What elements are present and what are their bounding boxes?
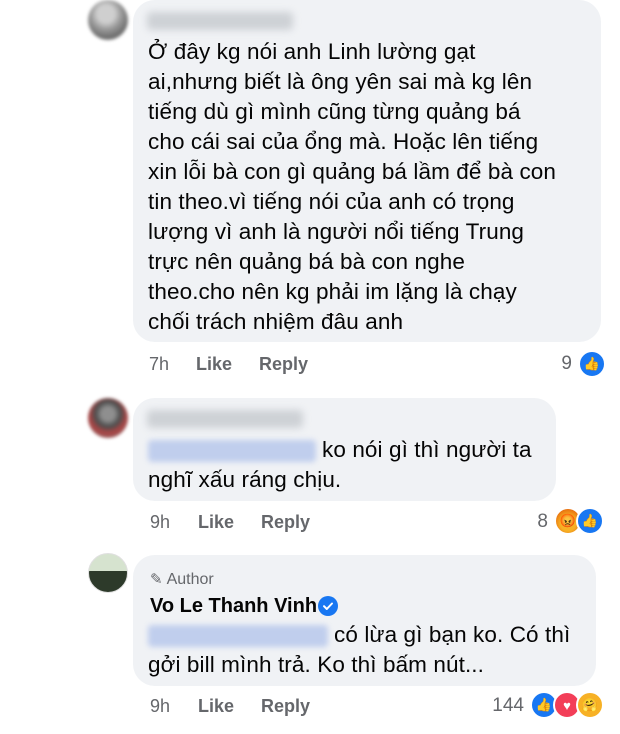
commenter-name-redacted[interactable] [147,410,303,428]
like-button[interactable]: Like [198,512,234,533]
text-line: ai,nhưng biết là ông yên sai mà kg lên [148,69,533,94]
reaction-count[interactable]: 8 [520,511,548,533]
text-line-content: có lừa gì bạn ko. Có thì [334,622,571,647]
text-line: cho cái sai của ổng mà. Hoặc lên tiếng [148,129,539,154]
mentioned-user-redacted[interactable] [148,440,316,463]
text-line: lượng vì anh là người nổi tiếng Trung [148,219,525,244]
text-line: Ở đây kg nói anh Linh lường gạt [148,39,476,64]
reply-button[interactable]: Reply [261,512,310,533]
comment-actions: 9h Like Reply [0,696,620,718]
text-line: nghĩ xấu ráng chịu. [148,467,342,492]
comment-text: Ở đây kg nói anh Linh lường gạt ai,nhưng… [148,37,556,337]
comment-text: ko nói gì thì người ta nghĩ xấu ráng chị… [148,435,532,495]
text-line: chối trách nhiệm đâu anh [148,309,404,334]
mentioned-user-redacted[interactable] [148,625,328,648]
commenter-avatar[interactable] [88,398,128,438]
timestamp[interactable]: 9h [150,512,170,533]
text-line: gởi bill mình trả. Ko thì bấm nút... [148,652,485,677]
text-line: tin theo.vì tiếng nói của anh có trọng [148,189,515,214]
reply-button[interactable]: Reply [259,354,308,375]
text-line: tiếng dù gì mình cũng từng quảng bá [148,99,521,124]
timestamp[interactable]: 7h [149,354,169,375]
care-icon: 🤗 [576,691,604,719]
comment-text: có lừa gì bạn ko. Có thì gởi bill mình t… [148,620,570,680]
reaction-count[interactable]: 9 [540,353,572,375]
comment-actions: 7h Like Reply [0,354,620,376]
author-badge: ✎ Author [150,570,214,589]
text-line: xin lỗi bà con gì quảng bá lầm để bà con [148,159,557,184]
commenter-name-redacted[interactable] [147,12,293,30]
author-label: Author [166,571,214,588]
reaction-count[interactable]: 144 [478,695,524,717]
like-button[interactable]: Like [198,696,234,717]
like-icon: 👍 [576,507,604,535]
verified-badge-icon [318,596,338,616]
text-line: có lừa gì bạn ko. Có thì [148,620,570,650]
text-line: theo.cho nên kg phải im lặng là chạy [148,279,517,304]
like-button[interactable]: Like [196,354,232,375]
like-icon: 👍 [578,350,606,378]
timestamp[interactable]: 9h [150,696,170,717]
author-name[interactable]: Vo Le Thanh Vinh [150,595,317,618]
commenter-avatar[interactable] [88,0,128,40]
reply-button[interactable]: Reply [261,696,310,717]
text-line: trực nên quảng bá bà con nghe [148,249,465,274]
text-line: ko nói gì thì người ta [148,435,532,465]
author-avatar[interactable] [88,553,128,593]
text-line-content: ko nói gì thì người ta [322,437,532,462]
pencil-icon: ✎ [150,571,163,588]
